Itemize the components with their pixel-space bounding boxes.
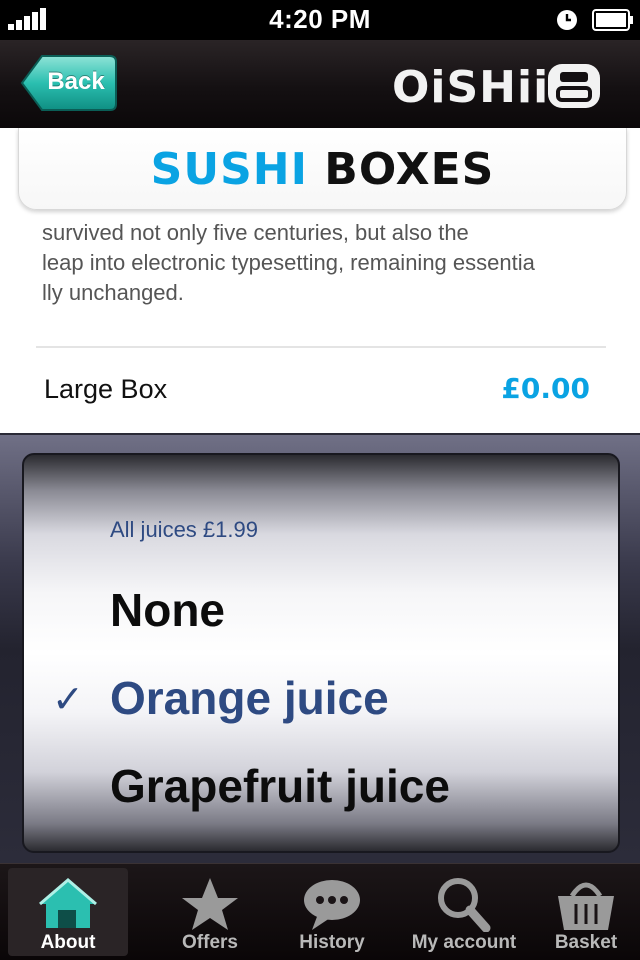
juice-picker[interactable]: All juices £1.99 None ✓ Orange juice Gra… — [22, 453, 620, 853]
bento-box-icon — [548, 64, 600, 108]
basket-icon — [558, 882, 614, 930]
picker-option-orange-juice[interactable]: Orange juice — [110, 671, 389, 725]
tab-history[interactable]: History — [272, 868, 392, 956]
page-title-word1: SUSHI — [150, 144, 308, 195]
tab-my-account[interactable]: My account — [404, 868, 524, 956]
picker-panel: All juices £1.99 None ✓ Orange juice Gra… — [0, 433, 640, 863]
status-time: 4:20 PM — [269, 4, 371, 34]
status-bar: 4:20 PM — [0, 0, 640, 40]
description-line: leap into electronic typesetting, remain… — [42, 250, 535, 275]
tab-label: About — [40, 932, 96, 953]
tab-label: History — [299, 932, 365, 953]
search-icon — [438, 878, 491, 932]
tab-about[interactable]: About — [8, 868, 128, 956]
clock-icon — [557, 10, 577, 30]
tab-label: Basket — [554, 932, 618, 953]
item-name: Large Box — [44, 374, 168, 404]
battery-icon — [592, 9, 633, 31]
back-button[interactable]: Back — [20, 54, 118, 112]
page-title: SUSHI BOXES — [19, 144, 626, 195]
home-icon — [39, 878, 97, 928]
nav-bar: Back OiSHii — [0, 40, 640, 128]
tab-label: My account — [411, 932, 517, 953]
tab-basket[interactable]: Basket — [526, 868, 640, 956]
tab-label: Offers — [182, 932, 238, 953]
tab-offers[interactable]: Offers — [150, 868, 270, 956]
tab-bar: About Offers History My account Basket — [0, 863, 640, 960]
star-icon — [182, 878, 238, 930]
divider — [36, 346, 606, 348]
content-area: SUSHI BOXES survived not only five centu… — [0, 128, 640, 433]
brand-logo: OiSHii — [392, 60, 612, 113]
picker-section-label: All juices £1.99 — [110, 517, 258, 542]
picker-option-grapefruit-juice[interactable]: Grapefruit juice — [110, 759, 450, 813]
logo-text: OiSHii — [392, 62, 550, 113]
check-icon: ✓ — [52, 679, 84, 721]
item-price: £0.00 — [501, 372, 590, 405]
chat-bubble-icon — [304, 880, 360, 930]
page-title-word2: BOXES — [324, 144, 495, 195]
back-label: Back — [47, 68, 105, 95]
description-line: survived not only five centuries, but al… — [42, 220, 469, 245]
page-title-card: SUSHI BOXES — [18, 128, 627, 210]
picker-option-none[interactable]: None — [110, 583, 225, 637]
description-line: lly unchanged. — [42, 280, 184, 305]
